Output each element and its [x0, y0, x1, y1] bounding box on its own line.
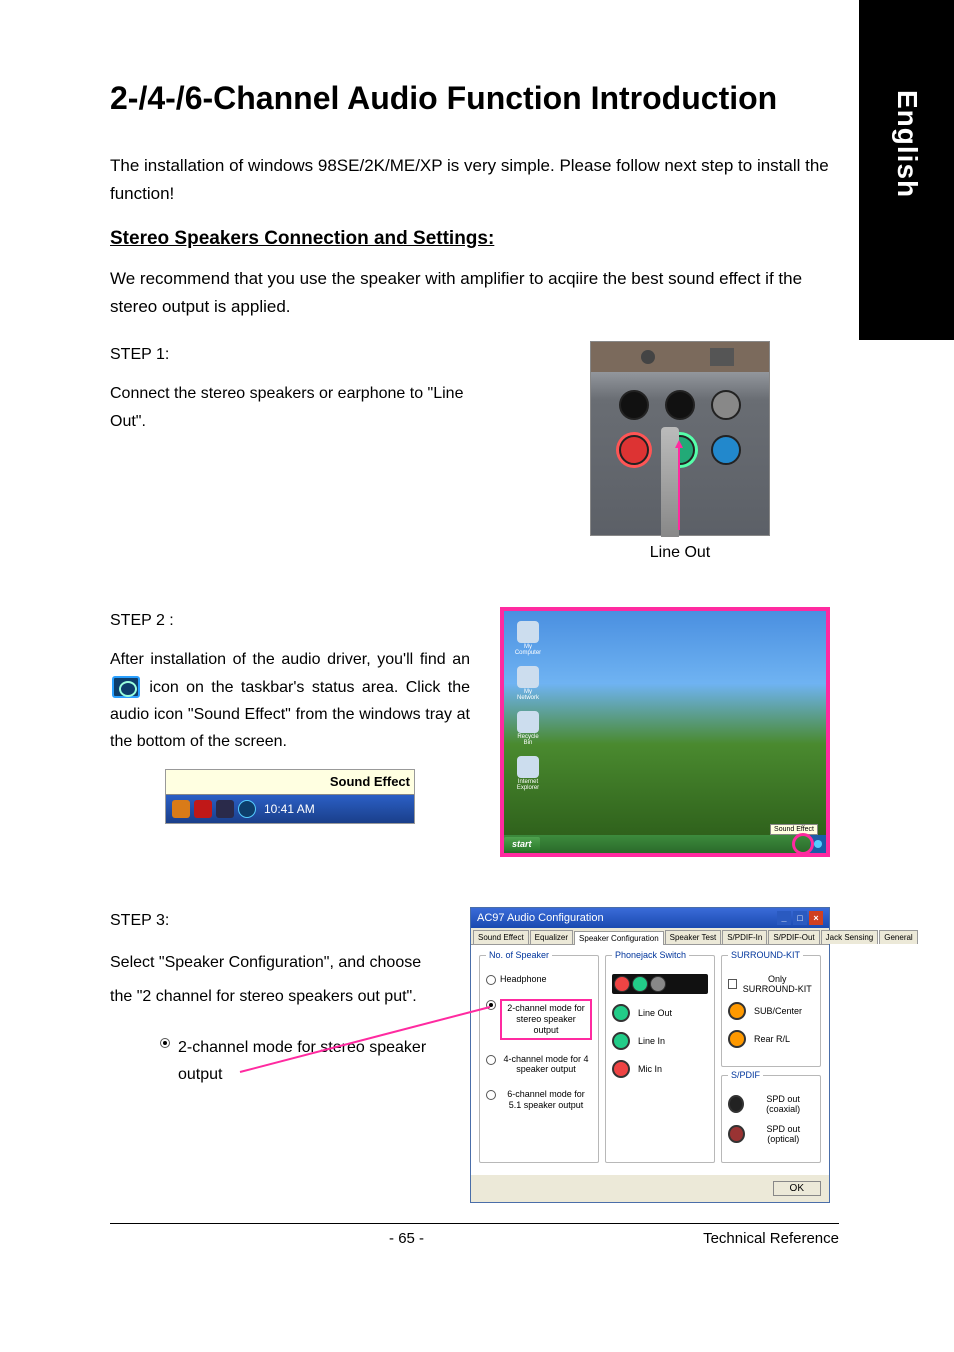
port-rear-rl[interactable]: Rear R/L — [728, 1030, 814, 1048]
group-title: Phonejack Switch — [612, 950, 689, 960]
tab-spdif-out[interactable]: S/PDIF-Out — [768, 930, 819, 944]
step3-text: Select "Speaker Configuration", and choo… — [110, 946, 440, 1013]
tab-general[interactable]: General — [879, 930, 917, 944]
desktop-icon[interactable]: My Network — [514, 666, 542, 701]
phonejack-switch-group: Phonejack Switch Line Out Line In Mic In — [605, 955, 715, 1163]
page-footer: - 65 - Technical Reference — [110, 1223, 839, 1247]
tab-sound-effect[interactable]: Sound Effect — [473, 930, 529, 944]
tray-icon-generic[interactable] — [216, 800, 234, 818]
step1-row: STEP 1: Connect the stereo speakers or e… — [110, 341, 830, 562]
radio-icon — [160, 1038, 170, 1048]
page-content: 2-/4-/6-Channel Audio Function Introduct… — [110, 80, 830, 1233]
step2-label: STEP 2 : — [110, 607, 470, 634]
tab-spdif-in[interactable]: S/PDIF-In — [722, 930, 767, 944]
callout-text: 2-channel mode for stereo speaker output — [178, 1034, 440, 1088]
audio-jack-photo — [590, 341, 770, 536]
radio-6channel[interactable]: 6-channel mode for 5.1 speaker output — [486, 1089, 592, 1111]
start-button[interactable]: start — [504, 837, 540, 851]
step1-text: Connect the stereo speakers or earphone … — [110, 380, 500, 434]
group-title: S/PDIF — [728, 1070, 763, 1080]
sound-effect-tray-icon[interactable] — [238, 800, 256, 818]
port-sub-center[interactable]: SUB/Center — [728, 1002, 814, 1020]
ac97-title-text: AC97 Audio Configuration — [477, 912, 604, 924]
step3-row: STEP 3: Select "Speaker Configuration", … — [110, 907, 830, 1203]
page-number: - 65 - — [389, 1230, 424, 1247]
ac97-titlebar[interactable]: AC97 Audio Configuration _ □ × — [471, 908, 829, 928]
systray-tooltip: Sound Effect — [166, 770, 414, 795]
tab-speaker-test[interactable]: Speaker Test — [665, 930, 722, 944]
close-button[interactable]: × — [809, 911, 823, 925]
port-line-out[interactable]: Line Out — [612, 1004, 708, 1022]
radio-headphone[interactable]: Headphone — [486, 974, 592, 985]
step2-text: After installation of the audio driver, … — [110, 646, 470, 755]
step2-row: STEP 2 : After installation of the audio… — [110, 607, 830, 857]
maximize-button[interactable]: □ — [793, 911, 807, 925]
page-title: 2-/4-/6-Channel Audio Function Introduct… — [110, 80, 830, 117]
intro-paragraph: The installation of windows 98SE/2K/ME/X… — [110, 152, 830, 208]
subheading: Stereo Speakers Connection and Settings: — [110, 228, 830, 250]
desktop-icon[interactable]: Internet Explorer — [514, 756, 542, 791]
systray-screenshot: Sound Effect 10:41 AM — [165, 769, 415, 824]
spdif-group: S/PDIF SPD out (coaxial) SPD out (optica… — [721, 1075, 821, 1163]
language-label: English — [891, 90, 923, 198]
group-title: SURROUND-KIT — [728, 950, 803, 960]
radio-2channel[interactable]: 2-channel mode for stereo speaker output — [486, 999, 592, 1039]
tray-icon-generic[interactable] — [194, 800, 212, 818]
desktop-icon[interactable]: Recycle Bin — [514, 711, 542, 746]
language-sidebar: English — [859, 0, 954, 340]
ac97-config-window: AC97 Audio Configuration _ □ × Sound Eff… — [470, 907, 830, 1203]
group-title: No. of Speaker — [486, 950, 552, 960]
tab-jack-sensing[interactable]: Jack Sensing — [821, 930, 879, 944]
port-line-in[interactable]: Line In — [612, 1032, 708, 1050]
no-of-speaker-group: No. of Speaker Headphone 2-channel mode … — [479, 955, 599, 1163]
only-surround-check[interactable]: Only SURROUND-KIT — [728, 974, 814, 994]
step2-text-before: After installation of the audio driver, … — [110, 651, 470, 668]
step1-label: STEP 1: — [110, 341, 500, 368]
step3-callout: 2-channel mode for stereo speaker output — [160, 1034, 440, 1088]
footer-section: Technical Reference — [703, 1230, 839, 1247]
desktop-tray-tooltip: Sound Effect — [770, 824, 818, 835]
port-spdif-coax[interactable]: SPD out (coaxial) — [728, 1094, 814, 1114]
step3-label: STEP 3: — [110, 907, 440, 934]
recommend-paragraph: We recommend that you use the speaker wi… — [110, 265, 830, 321]
taskbar[interactable]: start — [504, 835, 826, 853]
sound-effect-tray-icon — [112, 676, 140, 698]
tab-equalizer[interactable]: Equalizer — [530, 930, 573, 944]
tab-speaker-configuration[interactable]: Speaker Configuration — [574, 931, 664, 945]
surround-kit-group: SURROUND-KIT Only SURROUND-KIT SUB/Cente… — [721, 955, 821, 1067]
tray-clock: 10:41 AM — [264, 799, 315, 819]
minimize-button[interactable]: _ — [777, 911, 791, 925]
ok-button[interactable]: OK — [773, 1181, 821, 1196]
port-mic-in[interactable]: Mic In — [612, 1060, 708, 1078]
ac97-tabs: Sound Effect Equalizer Speaker Configura… — [471, 928, 829, 945]
tray-icon-generic[interactable] — [172, 800, 190, 818]
desktop-screenshot: My Computer My Network Recycle Bin Inter… — [500, 607, 830, 857]
desktop-icon[interactable]: My Computer — [514, 621, 542, 656]
port-spdif-optical[interactable]: SPD out (optical) — [728, 1124, 814, 1144]
step2-text-after: icon on the taskbar's status area. Click… — [110, 679, 470, 750]
headphone-jack-strip — [612, 974, 708, 994]
radio-4channel[interactable]: 4-channel mode for 4 speaker output — [486, 1054, 592, 1076]
